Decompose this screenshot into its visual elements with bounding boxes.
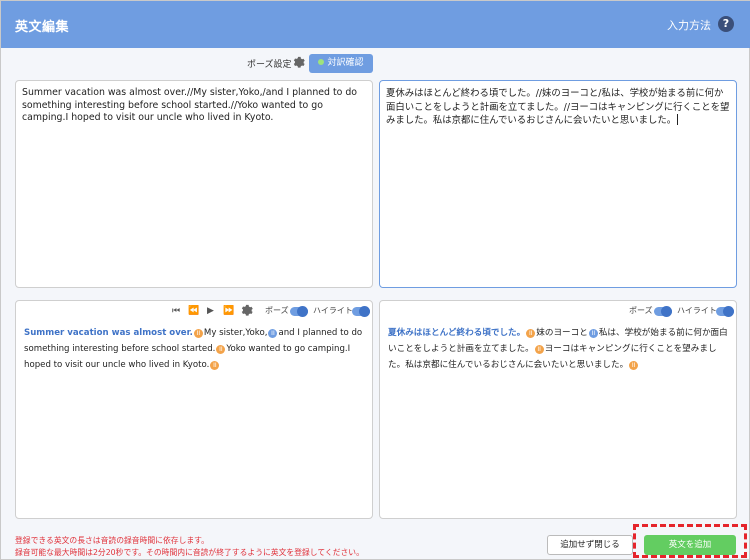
skip-back-icon[interactable]: ⏮ bbox=[172, 304, 180, 318]
add-text-button[interactable]: 英文を追加 bbox=[644, 535, 736, 555]
pause-settings-label: ポーズ設定 bbox=[247, 60, 292, 70]
highlighted-segment: Summer vacation was almost over. bbox=[24, 328, 193, 338]
long-pause-icon: II bbox=[210, 361, 220, 370]
fast-forward-icon[interactable]: ⏩ bbox=[223, 304, 234, 318]
compare-button-label: 対訳確認 bbox=[327, 58, 364, 68]
text-caret bbox=[677, 114, 679, 125]
short-pause-icon: II bbox=[268, 329, 278, 338]
preview-segment: 妹のヨーコと bbox=[536, 328, 588, 338]
highlight-toggle-label: ハイライト bbox=[677, 306, 717, 315]
title-bar: 英文編集 入力方法 ? bbox=[1, 1, 750, 48]
page-title: 英文編集 bbox=[15, 20, 70, 35]
long-pause-icon: II bbox=[216, 345, 226, 354]
long-pause-icon: II bbox=[534, 345, 544, 354]
english-text-input[interactable]: Summer vacation was almost over.//My sis… bbox=[15, 80, 373, 288]
playback-settings-gear-icon[interactable] bbox=[240, 304, 253, 317]
short-pause-icon: II bbox=[588, 329, 598, 338]
english-text-value: Summer vacation was almost over.//My sis… bbox=[22, 87, 358, 123]
pause-toggle-label: ポーズ bbox=[265, 306, 289, 315]
rewind-icon[interactable]: ⏪ bbox=[188, 304, 199, 318]
japanese-preview-text: 夏休みはほとんど終わる頃でした。 II 妹のヨーコと II 私は、学校が始まる前に何か面… bbox=[388, 325, 730, 373]
english-preview-panel: ⏮ ⏪ ▶ ⏩ ポーズ ハイライト Summer vacation was al… bbox=[15, 300, 373, 519]
highlight-toggle[interactable] bbox=[716, 306, 734, 317]
highlight-toggle-label: ハイライト bbox=[313, 306, 353, 315]
highlight-toggle[interactable] bbox=[352, 306, 370, 317]
japanese-preview-controls: ポーズ ハイライト bbox=[380, 304, 738, 318]
long-pause-icon: II bbox=[526, 329, 536, 338]
preview-segment: My sister,Yoko, bbox=[203, 328, 268, 338]
editor-window: 英文編集 入力方法 ? ポーズ設定 対訳確認 Summer vacation w… bbox=[0, 0, 750, 560]
japanese-preview-panel: ポーズ ハイライト 夏休みはほとんど終わる頃でした。 II 妹のヨーコと II 私は、学… bbox=[379, 300, 737, 519]
long-pause-icon: II bbox=[193, 329, 203, 338]
highlighted-segment: 夏休みはほとんど終わる頃でした。 bbox=[388, 328, 526, 338]
input-method-link[interactable]: 入力方法 bbox=[667, 17, 711, 33]
close-without-adding-button[interactable]: 追加せず閉じる bbox=[547, 535, 633, 555]
status-dot-icon bbox=[318, 59, 325, 65]
gear-icon[interactable] bbox=[292, 56, 305, 69]
help-icon[interactable]: ? bbox=[718, 16, 734, 32]
japanese-text-input[interactable]: 夏休みはほとんど終わる頃でした。//妹のヨーコと/私は、学校が始まる前に何か面白… bbox=[379, 80, 737, 288]
compare-translation-button[interactable]: 対訳確認 bbox=[309, 54, 373, 73]
pause-toggle-label: ポーズ bbox=[629, 306, 653, 315]
long-pause-icon: II bbox=[629, 361, 639, 370]
english-preview-controls: ⏮ ⏪ ▶ ⏩ ポーズ ハイライト bbox=[16, 304, 374, 318]
recording-limit-notice: 登録できる英文の長さは音読の録音時間に依存します。 bbox=[15, 536, 209, 545]
english-preview-text: Summer vacation was almost over. II My sis… bbox=[24, 325, 366, 373]
pause-toggle[interactable] bbox=[654, 306, 672, 317]
play-icon[interactable]: ▶ bbox=[207, 304, 214, 318]
recording-time-notice: 録音可能な最大時間は2分20秒です。その時間内に音読が終了するように英文を登録し… bbox=[15, 548, 364, 557]
pause-toggle[interactable] bbox=[290, 306, 308, 317]
